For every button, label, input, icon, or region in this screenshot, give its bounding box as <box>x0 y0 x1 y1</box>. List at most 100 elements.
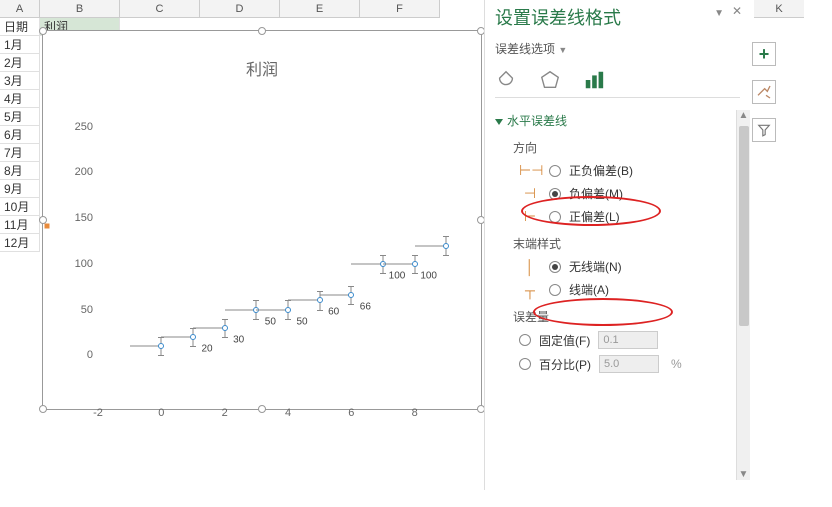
amount-value-input[interactable]: 0.1 <box>598 331 658 349</box>
direction-label: 正负偏差(B) <box>569 162 633 179</box>
data-label: 50 <box>296 316 307 327</box>
error-bar-handle-left[interactable] <box>45 224 50 229</box>
y-tick: 0 <box>68 349 93 361</box>
y-tick: 100 <box>68 258 93 270</box>
col-B[interactable]: B <box>40 0 120 18</box>
direction-icon: ⊣ <box>519 185 541 202</box>
x-tick: 8 <box>412 407 418 419</box>
cell-A12[interactable]: 11月 <box>0 216 40 234</box>
amount-label: 固定值(F) <box>539 332 590 349</box>
radio[interactable] <box>519 358 531 370</box>
cell-A3[interactable]: 2月 <box>0 54 40 72</box>
cell-A6[interactable]: 5月 <box>0 108 40 126</box>
scroll-thumb[interactable] <box>739 126 749 326</box>
direction-option[interactable]: ⊢⊣ 正负偏差(B) <box>519 162 740 179</box>
chart-styles-button[interactable] <box>752 80 776 104</box>
radio[interactable] <box>549 188 561 200</box>
x-tick: -2 <box>93 407 103 419</box>
radio[interactable] <box>549 284 561 296</box>
radio[interactable] <box>549 211 561 223</box>
chart-tools: + <box>752 42 778 156</box>
col-F[interactable]: F <box>360 0 440 18</box>
section-horizontal-error-bars[interactable]: 水平误差线 <box>495 112 740 129</box>
direction-option[interactable]: ⊣负偏差(M) <box>519 185 740 202</box>
col-K[interactable]: K <box>754 0 804 18</box>
chart-filters-button[interactable] <box>752 118 776 142</box>
data-label: 100 <box>389 270 406 281</box>
cell-A1[interactable]: 日期 <box>0 18 40 36</box>
amount-label: 百分比(P) <box>539 356 591 373</box>
data-point[interactable] <box>158 343 164 349</box>
panel-title: 设置误差线格式 <box>495 4 740 30</box>
amount-value-input[interactable]: 5.0 <box>599 355 659 373</box>
effects-tab-icon[interactable] <box>539 69 561 91</box>
col-E[interactable]: E <box>280 0 360 18</box>
y-tick: 200 <box>68 166 93 178</box>
y-tick: 250 <box>68 121 93 133</box>
scroll-up-icon[interactable]: ▲ <box>737 110 750 121</box>
direction-icon: ⊢⊣ <box>519 162 541 179</box>
format-error-bars-panel: 设置误差线格式 ▼ ✕ 误差线选项 ▼ 水平误差线 方向 ⊢⊣正负偏差(B)⊣负… <box>484 0 750 490</box>
cell-A11[interactable]: 10月 <box>0 198 40 216</box>
data-label: 66 <box>360 301 371 312</box>
cell-A10[interactable]: 9月 <box>0 180 40 198</box>
data-point[interactable] <box>222 325 228 331</box>
column-headers: A B C D E F <box>0 0 440 18</box>
endstyle-option[interactable]: ┬ 线端(A) <box>519 281 740 298</box>
data-point[interactable] <box>285 307 291 313</box>
data-point[interactable] <box>412 261 418 267</box>
x-tick: 0 <box>158 407 164 419</box>
amount-option[interactable]: 百分比(P)5.0% <box>519 355 740 373</box>
direction-label: 方向 <box>513 139 740 156</box>
endstyle-option[interactable]: │ 无线端(N) <box>519 258 740 275</box>
radio[interactable] <box>549 165 561 177</box>
y-tick: 50 <box>68 304 93 316</box>
endstyle-icon: ┬ <box>519 282 541 298</box>
col-A[interactable]: A <box>0 0 40 18</box>
data-point[interactable] <box>317 297 323 303</box>
close-icon[interactable]: ✕ <box>730 4 744 18</box>
chart-title[interactable]: 利润 <box>246 56 278 80</box>
options-dropdown[interactable]: 误差线选项 <box>495 42 555 56</box>
chart-object[interactable]: 利润 050100150200250-202468203050506066100… <box>42 30 482 410</box>
x-tick: 6 <box>348 407 354 419</box>
scroll-down-icon[interactable]: ▼ <box>737 469 750 480</box>
radio[interactable] <box>519 334 531 346</box>
panel-scrollbar[interactable]: ▲ ▼ <box>736 110 750 480</box>
col-C[interactable]: C <box>120 0 200 18</box>
endstyle-label: 线端(A) <box>569 281 609 298</box>
data-label: 20 <box>201 344 212 355</box>
amount-option[interactable]: 固定值(F) 0.1 <box>519 331 740 349</box>
fill-tab-icon[interactable] <box>495 69 517 91</box>
direction-icon: ⊢ <box>519 208 541 225</box>
cell-A7[interactable]: 6月 <box>0 126 40 144</box>
cell-A2[interactable]: 1月 <box>0 36 40 54</box>
col-D[interactable]: D <box>200 0 280 18</box>
amount-label: 误差量 <box>513 308 740 325</box>
panel-dropdown-icon[interactable]: ▼ <box>714 8 724 19</box>
data-point[interactable] <box>190 334 196 340</box>
data-label: 30 <box>233 334 244 345</box>
direction-label: 正偏差(L) <box>569 208 620 225</box>
data-label: 60 <box>328 307 339 318</box>
data-point[interactable] <box>348 292 354 298</box>
cell-A9[interactable]: 8月 <box>0 162 40 180</box>
cell-A13[interactable]: 12月 <box>0 234 40 252</box>
endstyle-label: 末端样式 <box>513 235 740 252</box>
data-label: 100 <box>420 270 437 281</box>
x-tick: 2 <box>222 407 228 419</box>
x-tick: 4 <box>285 407 291 419</box>
y-tick: 150 <box>68 212 93 224</box>
panel-tabs <box>495 69 740 91</box>
cell-A4[interactable]: 3月 <box>0 72 40 90</box>
cell-A5[interactable]: 4月 <box>0 90 40 108</box>
radio[interactable] <box>549 261 561 273</box>
bars-tab-icon[interactable] <box>583 69 605 91</box>
direction-option[interactable]: ⊢ 正偏差(L) <box>519 208 740 225</box>
cell-A8[interactable]: 7月 <box>0 144 40 162</box>
endstyle-label: 无线端(N) <box>569 258 622 275</box>
chart-elements-button[interactable]: + <box>752 42 776 66</box>
endstyle-icon: │ <box>519 259 541 275</box>
data-point[interactable] <box>443 243 449 249</box>
plot-area[interactable]: 050100150200250-202468203050506066100100 <box>98 81 478 401</box>
